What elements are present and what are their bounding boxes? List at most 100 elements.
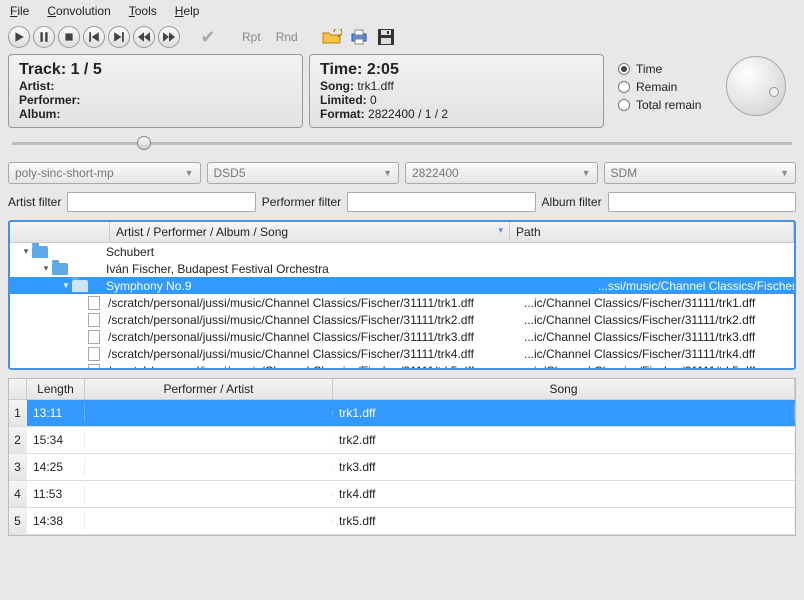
tree-row[interactable]: /scratch/personal/jussi/music/Channel Cl… xyxy=(10,311,794,328)
menubar: File Convolution Tools Help xyxy=(0,0,804,22)
tree-header-name[interactable]: Artist / Performer / Album / Song ▾ xyxy=(110,222,510,242)
toolbar: ✔ Rpt Rnd xyxy=(0,22,804,52)
playlist-row[interactable]: 215:34trk2.dff xyxy=(9,427,795,454)
cell-length: 11:53 xyxy=(27,485,85,503)
artist-filter-input[interactable] xyxy=(67,192,255,212)
cell-length: 14:38 xyxy=(27,512,85,530)
time-mode-radios: Time Remain Total remain xyxy=(610,54,710,128)
tree-header-path[interactable]: Path xyxy=(510,222,794,242)
seek-slider[interactable] xyxy=(12,136,792,150)
cell-song: trk4.dff xyxy=(333,485,795,503)
playlist-table: Length Performer / Artist Song 113:11 trk… xyxy=(8,378,796,536)
filter-combo[interactable]: poly-sinc-short-mp▼ xyxy=(8,162,201,184)
cell-song: trk1.dff xyxy=(333,404,795,422)
radio-total-remain[interactable] xyxy=(618,99,630,111)
menu-help[interactable]: Help xyxy=(175,4,200,18)
time-indicator: Time: 2:05 xyxy=(320,61,593,79)
radio-time[interactable] xyxy=(618,63,630,75)
playlist-row[interactable]: 411:53 trk4.dff xyxy=(9,481,795,508)
track-indicator: Track: 1 / 5 xyxy=(19,61,292,79)
tree-row[interactable]: /scratch/personal/jussi/music/Channel Cl… xyxy=(10,345,794,362)
check-button[interactable]: ✔ xyxy=(196,26,220,48)
cell-performer xyxy=(85,411,333,415)
save-button[interactable] xyxy=(374,26,398,48)
col-performer[interactable]: Performer / Artist xyxy=(85,379,333,399)
performer-label: Performer: xyxy=(19,93,80,107)
file-icon xyxy=(88,330,100,344)
volume-knob[interactable] xyxy=(726,56,786,116)
limited-label: Limited: xyxy=(320,93,367,107)
col-length[interactable]: Length xyxy=(27,379,85,399)
seek-back-button[interactable] xyxy=(133,26,155,48)
artist-filter-label: Artist filter xyxy=(8,195,61,209)
pause-button[interactable] xyxy=(33,26,55,48)
folder-icon xyxy=(72,280,88,292)
file-icon xyxy=(88,364,100,371)
album-label: Album: xyxy=(19,107,60,121)
folder-icon xyxy=(52,263,68,275)
menu-tools[interactable]: Tools xyxy=(129,4,157,18)
playlist-row[interactable]: 113:11 trk1.dff xyxy=(9,400,795,427)
rate-combo[interactable]: 2822400▼ xyxy=(405,162,598,184)
chevron-down-icon: ▼ xyxy=(185,168,194,178)
cell-performer xyxy=(85,465,333,469)
radio-remain[interactable] xyxy=(618,81,630,93)
menu-file[interactable]: File xyxy=(10,4,29,18)
expand-icon[interactable]: ▾ xyxy=(60,280,72,291)
mode-combo[interactable]: DSD5▼ xyxy=(207,162,400,184)
sort-indicator-icon: ▾ xyxy=(498,225,503,236)
row-number: 4 xyxy=(9,481,27,507)
file-icon xyxy=(88,296,100,310)
tree-row[interactable]: /scratch/personal/jussi/music/Channel Cl… xyxy=(10,362,794,370)
row-number: 1 xyxy=(9,400,27,426)
prev-track-button[interactable] xyxy=(83,26,105,48)
tree-row[interactable]: ▾Iván Fischer, Budapest Festival Orchest… xyxy=(10,260,794,277)
album-filter-input[interactable] xyxy=(608,192,796,212)
artist-label: Artist: xyxy=(19,79,54,93)
row-number: 3 xyxy=(9,454,27,480)
performer-filter-label: Performer filter xyxy=(262,195,341,209)
cell-length: 14:25 xyxy=(27,458,85,476)
expand-icon[interactable]: ▾ xyxy=(40,263,52,274)
tree-row[interactable]: /scratch/personal/jussi/music/Channel Cl… xyxy=(10,294,794,311)
expand-icon[interactable]: ▾ xyxy=(20,246,32,257)
output-combo[interactable]: SDM▼ xyxy=(604,162,797,184)
song-label: Song: xyxy=(320,79,354,93)
cell-performer xyxy=(85,519,333,523)
performer-filter-input[interactable] xyxy=(347,192,535,212)
chevron-down-icon: ▼ xyxy=(582,168,591,178)
row-number: 2 xyxy=(9,427,27,453)
open-folder-button[interactable] xyxy=(320,26,344,48)
cell-length: 13:11 xyxy=(27,404,85,422)
cell-song: trk3.dff xyxy=(333,458,795,476)
stop-button[interactable] xyxy=(58,26,80,48)
tree-row[interactable]: /scratch/personal/jussi/music/Channel Cl… xyxy=(10,328,794,345)
library-tree[interactable]: Artist / Performer / Album / Song ▾ Path… xyxy=(8,220,796,370)
song-value: trk1.dff xyxy=(357,79,393,93)
random-button[interactable]: Rnd xyxy=(270,28,304,46)
next-track-button[interactable] xyxy=(108,26,130,48)
playlist-row[interactable]: 514:38 trk5.dff xyxy=(9,508,795,535)
cell-song: trk2.dff xyxy=(333,431,795,449)
playlist-row[interactable]: 314:25 trk3.dff xyxy=(9,454,795,481)
cell-song: trk5.dff xyxy=(333,512,795,530)
print-button[interactable] xyxy=(347,26,371,48)
file-icon xyxy=(88,313,100,327)
seek-fwd-button[interactable] xyxy=(158,26,180,48)
play-button[interactable] xyxy=(8,26,30,48)
row-number: 5 xyxy=(9,508,27,534)
album-filter-label: Album filter xyxy=(542,195,602,209)
file-icon xyxy=(88,347,100,361)
tree-row-selected[interactable]: ▾Symphony No.9...ssi/music/Channel Class… xyxy=(10,277,794,294)
format-value: 2822400 / 1 / 2 xyxy=(368,107,448,121)
col-song[interactable]: Song xyxy=(333,379,795,399)
time-panel: Time: 2:05 Song: trk1.dff Limited: 0 For… xyxy=(309,54,604,128)
menu-convolution[interactable]: Convolution xyxy=(47,4,110,18)
repeat-button[interactable]: Rpt xyxy=(236,28,267,46)
chevron-down-icon: ▼ xyxy=(383,168,392,178)
track-panel: Track: 1 / 5 Artist: Performer: Album: xyxy=(8,54,303,128)
cell-performer xyxy=(85,438,333,442)
limited-value: 0 xyxy=(370,93,377,107)
folder-icon xyxy=(32,246,48,258)
tree-row[interactable]: ▾Schubert xyxy=(10,243,794,260)
